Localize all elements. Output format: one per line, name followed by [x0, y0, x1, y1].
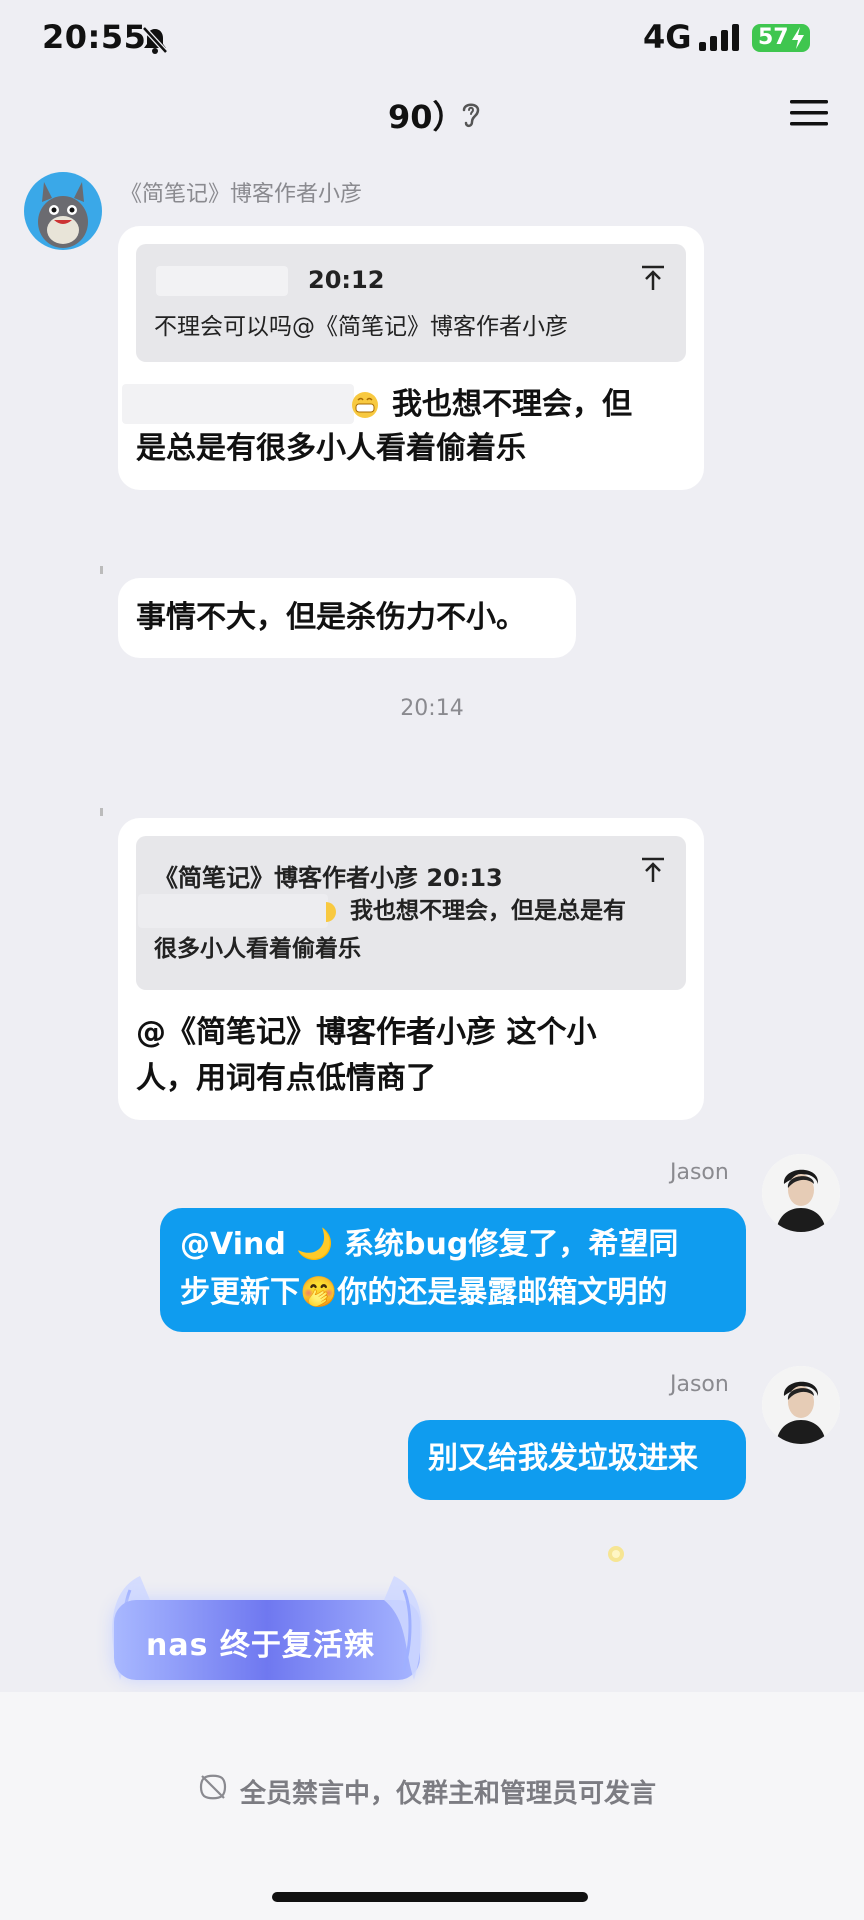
battery-level: 57	[758, 25, 789, 50]
quote-time: 20:12	[308, 266, 385, 294]
mute-icon	[199, 1774, 227, 1800]
sticker-text: nas 终于复活辣	[146, 1628, 375, 1663]
avatar[interactable]	[762, 1154, 840, 1232]
quote-text: 很多小人看着偷着乐	[154, 936, 361, 962]
avatar[interactable]	[762, 1366, 840, 1444]
dragon-right-icon	[384, 1576, 422, 1680]
avatar-placeholder	[100, 808, 103, 816]
redacted-text	[138, 894, 328, 928]
person-avatar-icon	[762, 1154, 840, 1232]
home-indicator[interactable]	[272, 1892, 588, 1902]
avatar[interactable]	[24, 172, 102, 250]
bell-off-icon	[142, 26, 168, 54]
avatar-placeholder	[100, 566, 103, 574]
message-text: 人，用词有点低情商了	[136, 1061, 436, 1096]
message-text: 事情不大，但是杀伤力不小。	[136, 600, 526, 635]
jump-to-top-icon[interactable]	[640, 856, 666, 884]
quoted-message[interactable]: 20:12 不理会可以吗@《简笔记》博客作者小彦	[136, 244, 686, 362]
grin-emoji-icon	[352, 392, 378, 418]
signal-icon	[699, 24, 739, 51]
sender-name: Jason	[670, 1160, 729, 1185]
quote-header: 《简笔记》博客作者小彦 20:13	[154, 864, 503, 892]
charging-bolt-icon	[792, 27, 804, 49]
sticker-message[interactable]: nas 终于复活辣	[100, 1570, 434, 1692]
time-divider: 20:14	[400, 696, 464, 721]
message-text: @《简笔记》博客作者小彦 这个小	[136, 1015, 597, 1050]
message-bubble[interactable]: 事情不大，但是杀伤力不小。	[118, 578, 576, 658]
emoji-fragment-icon	[326, 902, 336, 922]
message-text: 我也想不理会，但	[392, 387, 632, 422]
message-text: 步更新下🤭你的还是暴露邮箱文明的	[180, 1275, 668, 1310]
mute-notice: 全员禁言中，仅群主和管理员可发言	[240, 1779, 657, 1809]
message-bubble-own[interactable]: @Vind 🌙 系统bug修复了，希望同 步更新下🤭你的还是暴露邮箱文明的	[160, 1208, 746, 1332]
message-text: 别又给我发垃圾进来	[428, 1441, 698, 1476]
message-bubble[interactable]: 20:12 不理会可以吗@《简笔记》博客作者小彦 我也想不理会，但 是总是有很多…	[118, 226, 704, 490]
sparkle-icon	[608, 1546, 624, 1562]
battery-indicator: 57	[752, 24, 810, 52]
status-bar: 20:55 4G 57	[0, 0, 864, 80]
quoted-message[interactable]: 《简笔记》博客作者小彦 20:13 我也想不理会，但是总是有 很多小人看着偷着乐	[136, 836, 686, 990]
jump-to-top-icon[interactable]	[640, 264, 666, 292]
message-bubble[interactable]: 《简笔记》博客作者小彦 20:13 我也想不理会，但是总是有 很多小人看着偷着乐…	[118, 818, 704, 1120]
chat-title: 90）	[388, 98, 465, 136]
totoro-avatar-icon	[38, 182, 88, 248]
network-label: 4G	[643, 18, 692, 56]
sender-name: Jason	[670, 1372, 729, 1397]
sender-name: 《简笔记》博客作者小彦	[120, 182, 363, 207]
quote-text: 我也想不理会，但是总是有	[350, 898, 626, 924]
menu-icon[interactable]	[790, 98, 828, 128]
redacted-name	[156, 266, 288, 296]
redacted-text	[122, 384, 354, 424]
message-text: @Vind 🌙 系统bug修复了，希望同	[180, 1227, 679, 1262]
ear-icon[interactable]	[458, 98, 484, 130]
person-avatar-icon	[762, 1366, 840, 1444]
status-time: 20:55	[42, 18, 147, 56]
message-text: 是总是有很多小人看着偷着乐	[136, 431, 526, 466]
quote-text: 不理会可以吗@《简笔记》博客作者小彦	[154, 314, 568, 340]
message-bubble-own[interactable]: 别又给我发垃圾进来	[408, 1420, 746, 1500]
